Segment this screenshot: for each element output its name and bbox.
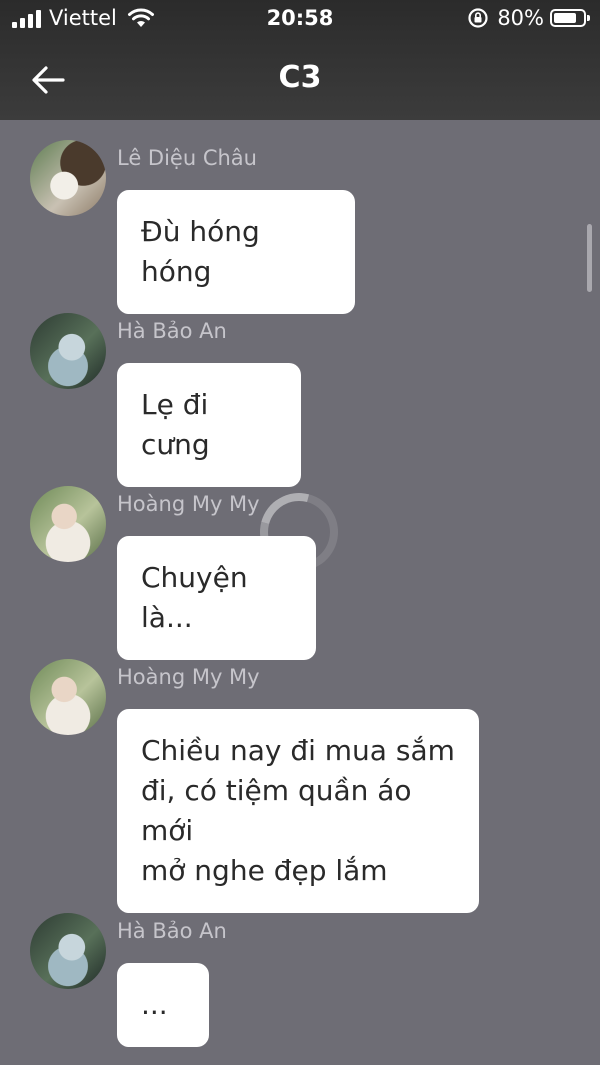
chat-area[interactable]: Lê Diệu Châu Đù hóng hóng Hà Bảo An Lẹ đ… (0, 120, 600, 1065)
battery-percent: 80% (497, 6, 544, 30)
avatar[interactable] (30, 140, 106, 216)
avatar[interactable] (30, 486, 106, 562)
rotation-lock-icon (468, 8, 488, 28)
sender-name: Hà Bảo An (117, 919, 227, 943)
sender-name: Hà Bảo An (117, 319, 227, 343)
battery-icon (550, 9, 590, 27)
sender-name: Hoàng My My (117, 492, 260, 516)
battery-fill (554, 13, 577, 23)
status-bar: Viettel 20:58 80% (0, 0, 600, 40)
chat-title: C3 (278, 60, 322, 95)
sender-name: Hoàng My My (117, 665, 260, 689)
scrollbar-thumb[interactable] (587, 224, 592, 292)
message-bubble: Đù hóng hóng (117, 190, 355, 314)
nav-bar: C3 (0, 40, 600, 120)
avatar[interactable] (30, 659, 106, 735)
status-right: 80% (467, 6, 590, 30)
avatar[interactable] (30, 913, 106, 989)
avatar[interactable] (30, 313, 106, 389)
sender-name: Lê Diệu Châu (117, 146, 257, 170)
message-bubble: Lẹ đi cưng (117, 363, 301, 487)
message-bubble: ... (117, 963, 209, 1047)
top-bar: Viettel 20:58 80% C3 (0, 0, 600, 120)
message-bubble: Chiều nay đi mua sắm đi, có tiệm quần áo… (117, 709, 479, 913)
